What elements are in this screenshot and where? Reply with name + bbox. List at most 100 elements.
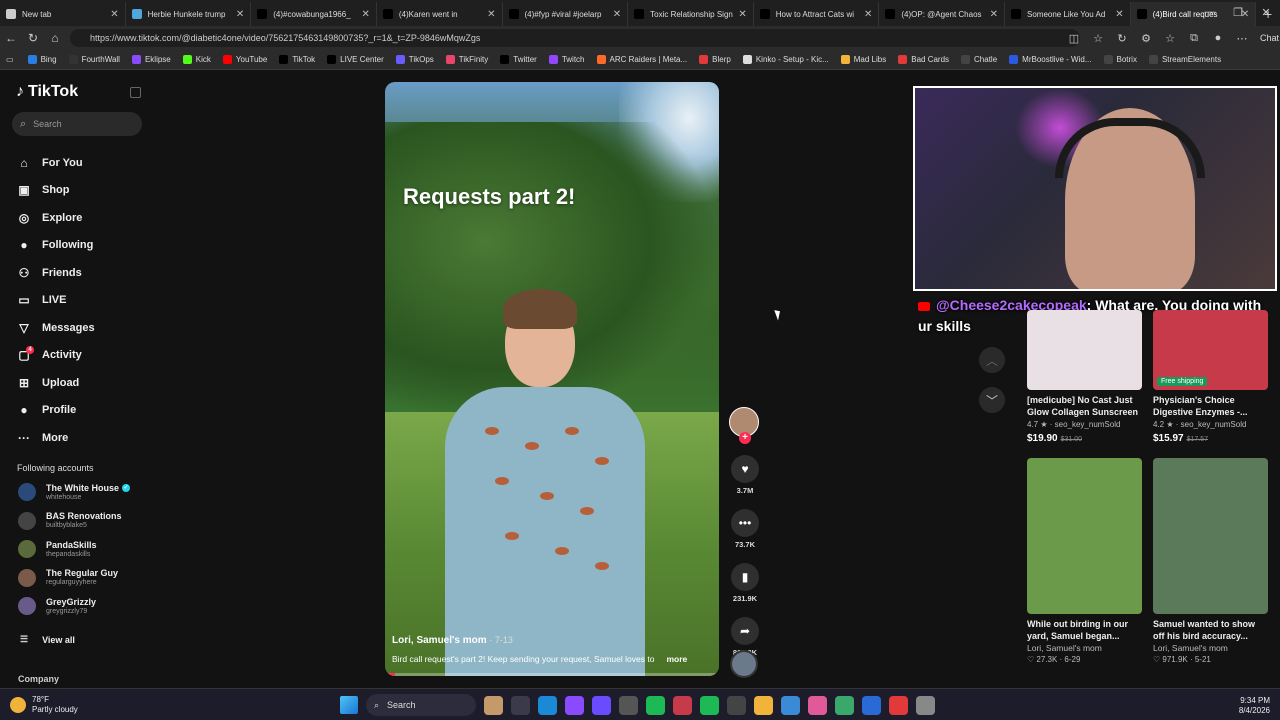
taskbar-app-icon[interactable]	[484, 695, 503, 715]
bookmark-item[interactable]: Mad Libs	[840, 55, 886, 64]
bookmark-item[interactable]: Bad Cards	[898, 55, 949, 64]
taskbar-app-icon[interactable]	[673, 695, 692, 715]
taskbar-app-icon[interactable]	[592, 695, 611, 715]
favorite-icon[interactable]: ☆	[1088, 32, 1108, 45]
following-account[interactable]: The White House ✓ whitehouse	[18, 481, 148, 503]
sidebar-item-profile[interactable]: ● Profile	[16, 397, 146, 425]
close-tab-icon[interactable]: ✕	[236, 9, 244, 20]
bookmark-icon[interactable]: ▮	[731, 563, 759, 591]
sidebar-item-messages[interactable]: ▽ Messages	[16, 314, 146, 342]
more-link[interactable]: more	[666, 654, 687, 664]
tab-1[interactable]: Herbie Hunkele trump ✕	[126, 2, 252, 26]
chat-button[interactable]: Chat	[1256, 33, 1280, 43]
tab-4[interactable]: (4)#fyp #viral #joelarp ✕	[503, 2, 629, 26]
sidebar-item-upload[interactable]: ⊞ Upload	[16, 369, 146, 397]
bookmark-item[interactable]: MrBoostlive - Wid...	[1009, 55, 1092, 64]
taskbar-app-icon[interactable]	[511, 695, 530, 715]
close-tab-icon[interactable]: ✕	[361, 9, 369, 20]
company-link[interactable]: Company	[18, 674, 59, 684]
video-author[interactable]: Lori, Samuel's mom · 7-13	[392, 635, 712, 646]
reload-icon[interactable]: ↻	[22, 31, 44, 45]
bookmark-item[interactable]: Kinko - Setup - Kic...	[742, 55, 829, 64]
collections-icon[interactable]: ⧉	[1184, 32, 1204, 45]
following-account[interactable]: PandaSkills thepandaskills	[18, 538, 148, 560]
weather-widget[interactable]: 78°F Partly cloudy	[10, 695, 78, 715]
previous-video-icon[interactable]: ︿	[979, 347, 1005, 373]
bookmark-item[interactable]: TikTok	[279, 55, 315, 64]
taskbar-app-icon[interactable]	[727, 695, 746, 715]
taskbar-app-icon[interactable]	[565, 695, 584, 715]
bookmark-item[interactable]: LIVE Center	[327, 55, 384, 64]
music-disc-icon[interactable]	[730, 650, 758, 678]
tab-7[interactable]: (4)OP: @Agent Chaos ✕	[879, 2, 1005, 26]
heart-icon[interactable]: ♥	[731, 455, 759, 483]
bookmark-item[interactable]: TikOps	[395, 55, 434, 64]
video-progress-bar[interactable]	[385, 673, 719, 676]
bookmark-item[interactable]: Chatle	[961, 55, 997, 64]
bookmark-item[interactable]: Botrix	[1103, 55, 1137, 64]
taskbar-app-icon[interactable]	[808, 695, 827, 715]
close-tab-icon[interactable]: ✕	[487, 9, 495, 20]
taskbar-app-icon[interactable]	[862, 695, 881, 715]
bookmark-item[interactable]: Eklipse	[131, 55, 171, 64]
profile-icon[interactable]: ●	[1208, 32, 1228, 44]
follow-plus-icon[interactable]: +	[739, 432, 751, 444]
tab-6[interactable]: How to Attract Cats wi ✕	[754, 2, 880, 26]
tiktok-logo[interactable]: ♪ TikTok	[16, 83, 78, 101]
share-icon[interactable]: ➦	[731, 617, 759, 645]
taskbar-app-icon[interactable]	[781, 695, 800, 715]
taskbar-app-icon[interactable]	[889, 695, 908, 715]
home-icon[interactable]: ⌂	[44, 31, 66, 45]
sidebar-toggle-icon[interactable]: ▭	[6, 55, 14, 64]
bookmark-item[interactable]: Twitch	[548, 55, 585, 64]
bookmark-item[interactable]: ARC Raiders | Meta...	[596, 55, 687, 64]
sidebar-item-following[interactable]: ● Following	[16, 232, 146, 260]
bookmark-item[interactable]: YouTube	[222, 55, 267, 64]
tab-3[interactable]: (4)Karen went in ✕	[377, 2, 503, 26]
sidebar-item-friends[interactable]: ⚇ Friends	[16, 259, 146, 287]
bookmark-item[interactable]: TikFinity	[445, 55, 488, 64]
sidebar-item-explore[interactable]: ◎ Explore	[16, 204, 146, 232]
menu-icon[interactable]: ⋯	[1232, 32, 1252, 45]
close-tab-icon[interactable]: ✕	[990, 9, 998, 20]
bookmark-item[interactable]: Bing	[27, 55, 57, 64]
sidebar-item-live[interactable]: ▭ LIVE	[16, 287, 146, 315]
product-card[interactable]: Free shipping Physician's Choice Digestiv…	[1153, 310, 1268, 444]
taskbar-app-icon[interactable]	[538, 695, 557, 715]
split-view-icon[interactable]: ◫	[1064, 32, 1084, 45]
tab-5[interactable]: Toxic Relationship Sign ✕	[628, 2, 754, 26]
following-account[interactable]: GreyGrizzly greygrizzly79	[18, 595, 148, 617]
close-tab-icon[interactable]: ✕	[864, 9, 872, 20]
sidebar-item-for-you[interactable]: ⌂ For You	[16, 149, 146, 177]
product-card[interactable]: [medicube] No Cast Just Glow Collagen Su…	[1027, 310, 1142, 444]
following-account[interactable]: BAS Renovations builtbyblake5	[18, 510, 148, 532]
video-card[interactable]: Samuel wanted to show off his bird accur…	[1153, 458, 1268, 664]
taskbar-app-icon[interactable]	[754, 695, 773, 715]
sidebar-item-activity[interactable]: ▢ Activity 4	[16, 342, 146, 370]
tab-2[interactable]: (4)#cowabunga1966_ ✕	[251, 2, 377, 26]
bookmark-item[interactable]: Kick	[182, 55, 211, 64]
clock[interactable]: 9:34 PM 8/4/2026	[1239, 696, 1270, 716]
view-all-link[interactable]: ☰ View all	[20, 634, 75, 645]
favorites-bar-icon[interactable]: ☆	[1160, 32, 1180, 45]
refresh-extension-icon[interactable]: ↻	[1112, 32, 1132, 45]
sidebar-item-shop[interactable]: ▣ Shop	[16, 177, 146, 205]
video-player[interactable]: Requests part 2! Lori, Samuel's mom · 7-…	[385, 82, 719, 676]
taskbar-app-icon[interactable]	[916, 695, 935, 715]
bookmark-item[interactable]: FourthWall	[68, 55, 120, 64]
taskbar-app-icon[interactable]	[646, 695, 665, 715]
close-tab-icon[interactable]: ✕	[613, 9, 621, 20]
bookmark-item[interactable]: Twitter	[500, 55, 537, 64]
minimize-icon[interactable]: —	[1196, 0, 1224, 24]
close-tab-icon[interactable]: ✕	[110, 9, 118, 20]
start-icon[interactable]	[340, 696, 358, 714]
close-window-icon[interactable]: ✕	[1252, 0, 1280, 24]
extensions-icon[interactable]: ⚙	[1136, 32, 1156, 45]
following-account[interactable]: The Regular Guy regularguyyhere	[18, 567, 148, 589]
url-field[interactable]: https://www.tiktok.com/@diabetic4one/vid…	[70, 29, 1080, 47]
video-card[interactable]: While out birding in our yard, Samuel be…	[1027, 458, 1142, 664]
back-icon[interactable]: ←	[0, 31, 22, 45]
search-input[interactable]: ⌕ Search	[12, 112, 142, 136]
bookmark-item[interactable]: StreamElements	[1148, 55, 1221, 64]
taskbar-search[interactable]: ⌕ Search	[366, 694, 476, 716]
